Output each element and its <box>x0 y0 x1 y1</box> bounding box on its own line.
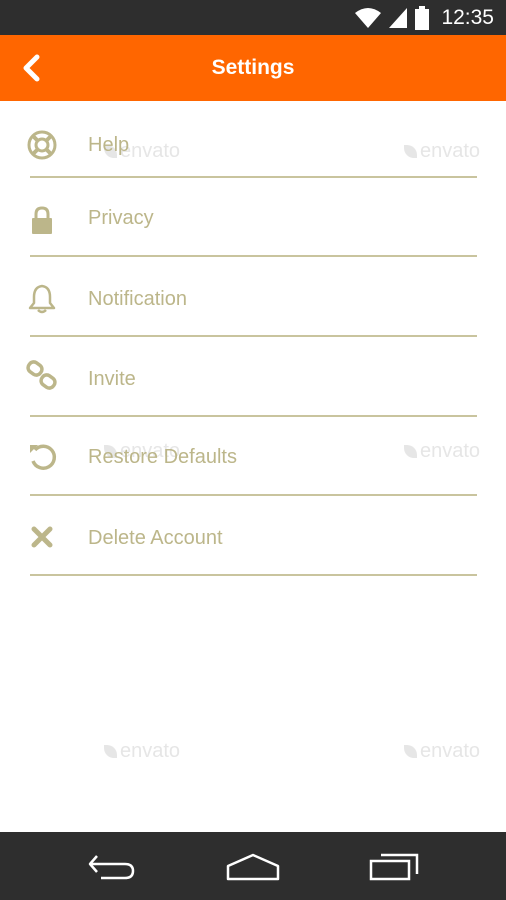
settings-item-invite[interactable]: Invite <box>0 339 506 417</box>
nav-bar <box>0 832 506 900</box>
settings-item-help[interactable]: Help <box>0 101 506 179</box>
settings-item-label: Privacy <box>88 207 154 229</box>
divider <box>30 255 477 257</box>
settings-item-label: Invite <box>88 368 136 390</box>
page-title: Settings <box>211 56 295 79</box>
battery-icon <box>415 5 430 30</box>
settings-item-restore-defaults[interactable]: Restore Defaults <box>0 419 506 497</box>
divider <box>30 574 477 576</box>
lifebuoy-icon <box>27 130 57 160</box>
restore-icon <box>30 444 57 470</box>
chevron-left-icon <box>23 54 40 82</box>
lock-icon <box>32 206 52 234</box>
settings-item-label: Notification <box>88 288 187 310</box>
chain-link-icon <box>26 360 57 390</box>
settings-item-privacy[interactable]: Privacy <box>0 179 506 257</box>
home-icon[interactable] <box>226 852 280 882</box>
settings-item-notification[interactable]: Notification <box>0 259 506 337</box>
settings-item-label: Delete Account <box>88 527 223 549</box>
divider <box>30 494 477 496</box>
recent-apps-icon[interactable] <box>369 852 419 882</box>
wifi-icon <box>355 7 382 28</box>
status-time: 12:35 <box>441 5 494 29</box>
back-button[interactable] <box>18 53 48 83</box>
status-icons: 12:35 <box>355 0 494 35</box>
bell-icon <box>28 284 56 314</box>
close-x-icon <box>31 526 53 548</box>
watermark: envato <box>104 740 180 763</box>
settings-item-label: Help <box>88 134 130 156</box>
divider <box>30 415 477 417</box>
watermark: envato <box>404 740 480 763</box>
settings-item-label: Restore Defaults <box>88 446 237 468</box>
divider <box>30 176 477 178</box>
app-bar: Settings <box>0 35 506 101</box>
divider <box>30 335 477 337</box>
settings-item-delete-account[interactable]: Delete Account <box>0 499 506 577</box>
back-icon[interactable] <box>87 852 137 882</box>
status-bar: 12:35 <box>0 0 506 35</box>
signal-icon <box>389 7 408 28</box>
